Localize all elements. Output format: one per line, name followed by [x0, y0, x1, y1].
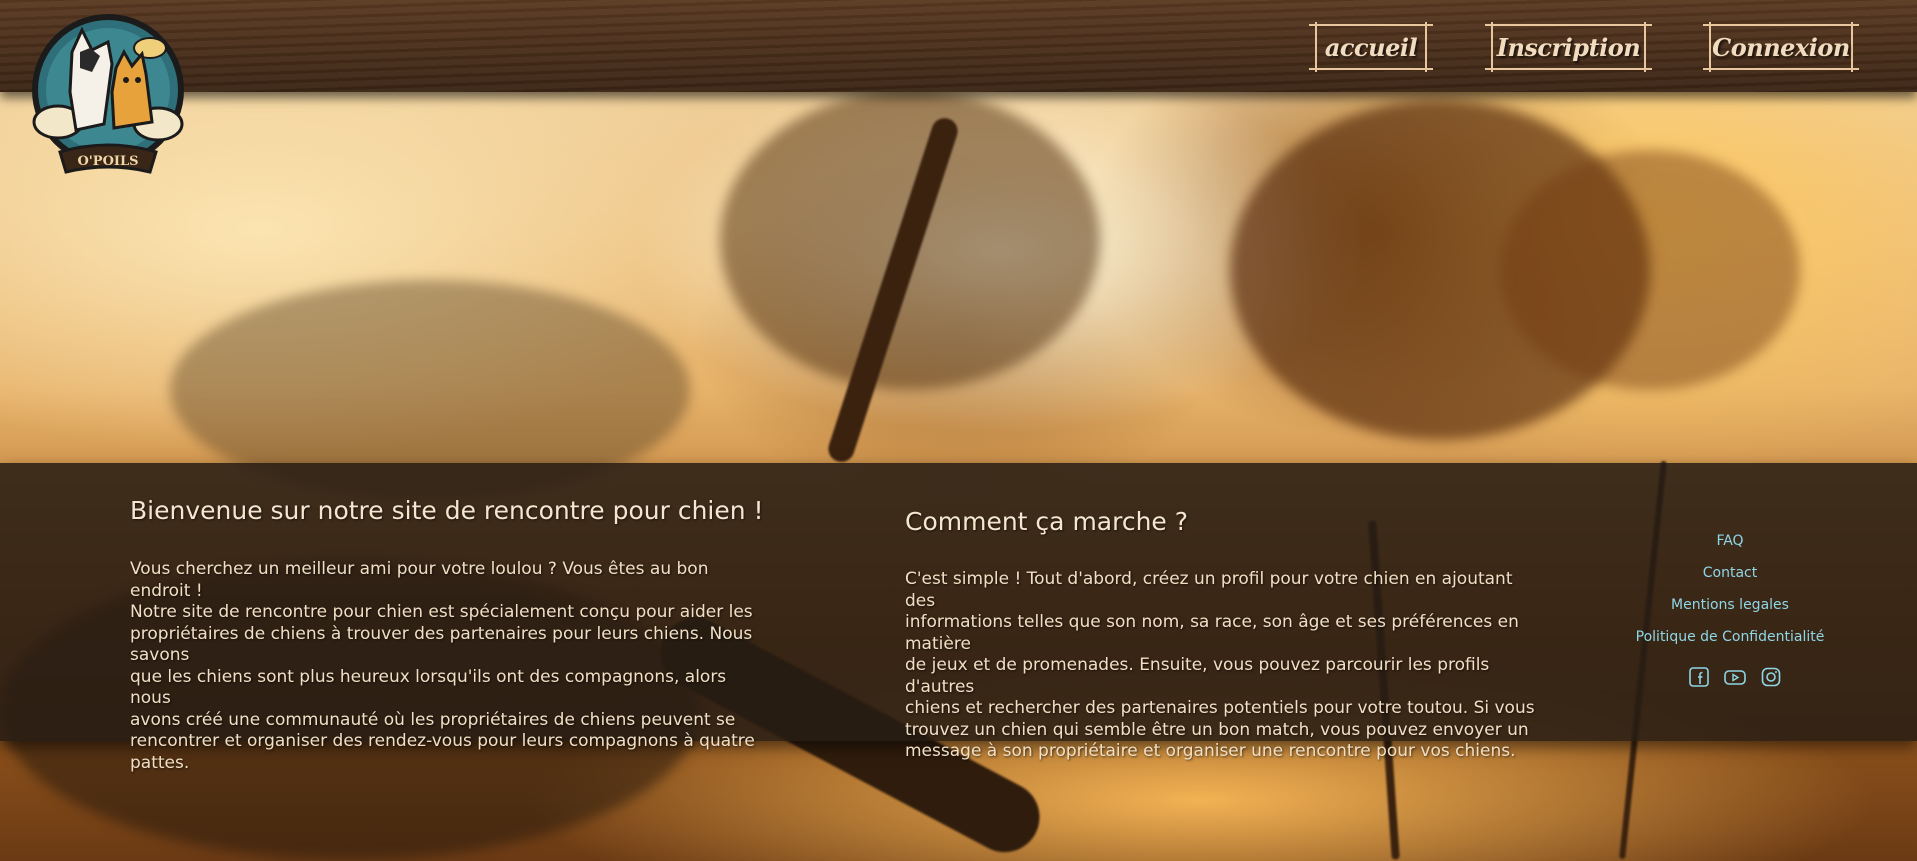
social-links	[1688, 666, 1782, 688]
nav-home-label: accueil	[1324, 32, 1418, 62]
howto-line: de jeux et de promenades. Ensuite, vous …	[905, 655, 1490, 697]
logo-text: O'POILS	[77, 154, 138, 169]
footer-link-privacy[interactable]: Politique de Confidentialité	[1610, 624, 1850, 656]
howto-title: Comment ça marche ?	[905, 507, 1189, 536]
nav-home-button[interactable]: accueil	[1309, 22, 1433, 72]
welcome-line: propriétaires de chiens à trouver des pa…	[130, 623, 753, 666]
howto-text: C'est simple ! Tout d'abord, créez un pr…	[905, 569, 1545, 763]
howto-line: C'est simple ! Tout d'abord, créez un pr…	[905, 569, 1513, 611]
nav-login-label: Connexion	[1712, 32, 1850, 62]
welcome-line: Vous cherchez un meilleur ami pour votre…	[130, 559, 709, 601]
welcome-text: Vous cherchez un meilleur ami pour votre…	[130, 559, 770, 774]
nav-login-button[interactable]: Connexion	[1703, 22, 1859, 72]
youtube-icon[interactable]	[1724, 666, 1746, 688]
howto-line: trouvez un chien qui semble être un bon …	[905, 719, 1529, 740]
howto-line: informations telles que son nom, sa race…	[905, 612, 1519, 654]
welcome-line: rencontrer et organiser des rendez-vous …	[130, 731, 755, 751]
howto-line: message à son propriétaire et organiser …	[905, 741, 1516, 761]
nav-signup-button[interactable]: Inscription	[1485, 22, 1652, 72]
howto-line: chiens et rechercher des partenaires pot…	[905, 698, 1535, 718]
instagram-icon[interactable]	[1760, 666, 1782, 688]
footer-links: FAQ Contact Mentions legales Politique d…	[1610, 528, 1850, 656]
welcome-line: Notre site de rencontre pour chien est s…	[130, 602, 753, 622]
welcome-title: Bienvenue sur notre site de rencontre po…	[130, 496, 764, 525]
site-logo[interactable]: O'POILS	[30, 12, 186, 176]
welcome-line: que les chiens sont plus heureux lorsqu'…	[130, 666, 727, 709]
nav-signup-label: Inscription	[1496, 32, 1641, 62]
facebook-icon[interactable]	[1688, 666, 1710, 688]
welcome-line: avons créé une communauté où les proprié…	[130, 709, 736, 730]
logo-dog-cat-icon: O'POILS	[32, 14, 184, 174]
footer-link-legal[interactable]: Mentions legales	[1610, 592, 1850, 624]
footer-link-contact[interactable]: Contact	[1610, 560, 1850, 592]
footer-link-faq[interactable]: FAQ	[1610, 528, 1850, 560]
welcome-line: pattes.	[130, 752, 190, 773]
